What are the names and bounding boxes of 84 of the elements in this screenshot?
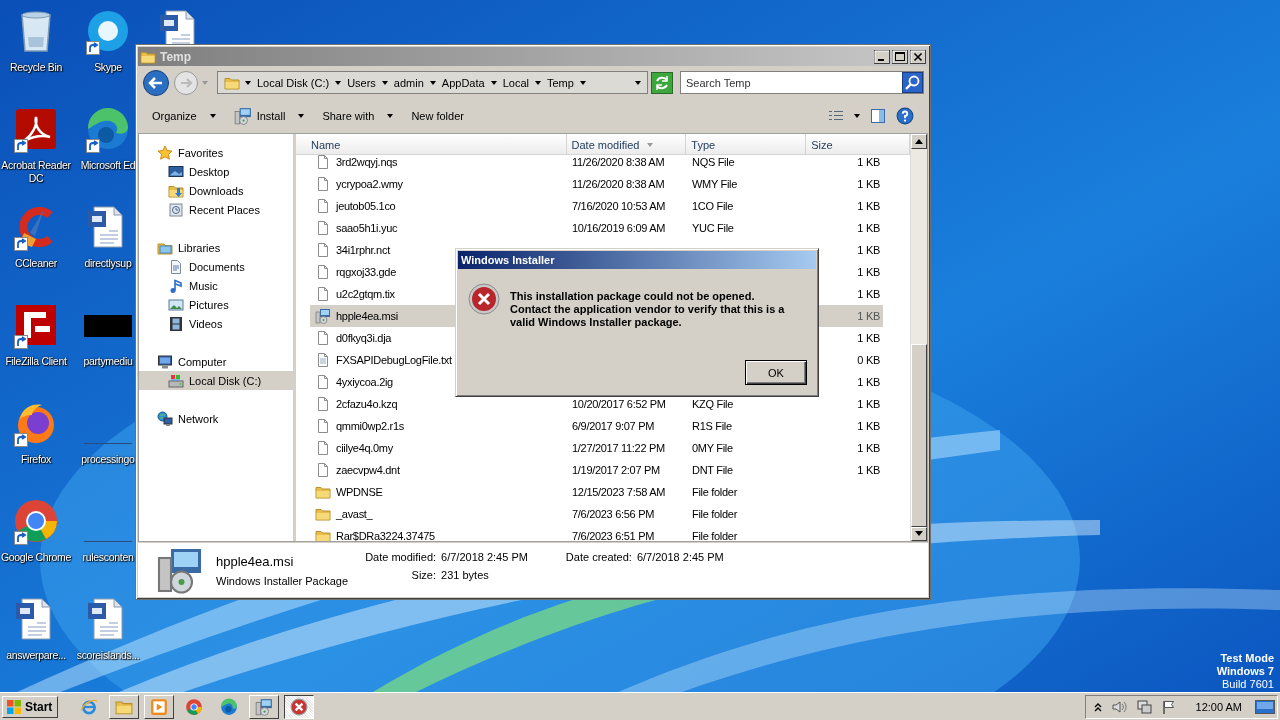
file-name: zaecvpw4.dnt [336, 464, 400, 476]
file-name: WPDNSE [336, 486, 383, 498]
field-label: Size: [410, 569, 437, 581]
icon-label: Acrobat Reader DC [0, 159, 72, 185]
file-type: 1CO File [692, 200, 733, 212]
dialog-title: Windows Installer [458, 251, 816, 269]
file-type: YUC File [692, 222, 734, 234]
file-name: _avast_ [336, 508, 373, 520]
file-type: Windows Installer Package [216, 574, 349, 587]
file-size: 0 KB [857, 354, 880, 366]
file-size: 1 KB [857, 178, 880, 190]
icon-label: Recycle Bin [9, 61, 63, 74]
icon-label: CCleaner [15, 257, 57, 270]
file-name: rqgxoj33.gde [336, 266, 396, 278]
file-date: 1/19/2017 2:07 PM [572, 464, 660, 476]
file-date: 1/27/2017 11:22 PM [572, 442, 665, 454]
file-size: 1 KB [857, 156, 880, 168]
file-size: 1 KB [857, 420, 880, 432]
field-value: 231 bytes [441, 569, 489, 581]
file-date: 10/20/2017 6:52 PM [572, 398, 666, 410]
icon-label: processingo [81, 453, 135, 466]
icon-label: directlysup [84, 257, 132, 270]
file-name: hpple4ea.msi [336, 310, 398, 322]
file-type: File folder [692, 530, 737, 541]
file-date: 12/15/2023 7:58 AM [572, 486, 666, 498]
file-date: 7/6/2023 6:56 PM [572, 508, 655, 520]
file-name: FXSAPIDebugLogFile.txt [336, 354, 452, 366]
file-name: 4yxiycoa.2ig [336, 376, 393, 388]
file-size: 1 KB [857, 464, 880, 476]
file-type: 0MY File [692, 442, 733, 454]
file-size: 1 KB [857, 332, 880, 344]
os-notice-text: Build 7601 [1222, 678, 1274, 691]
file-name: jeutob05.1co [336, 200, 396, 212]
os-notice-text: Windows 7 [1216, 665, 1274, 678]
file-size: 1 KB [857, 442, 880, 454]
file-date: 6/9/2017 9:07 PM [572, 420, 655, 432]
file-size: 1 KB [857, 288, 880, 300]
file-type: NQS File [692, 156, 735, 168]
file-name: hpple4ea.msi [216, 553, 295, 569]
file-name: 3rd2wqyj.nqs [336, 156, 398, 168]
file-size: 1 KB [857, 310, 880, 322]
icon-label: answerpare... [6, 649, 66, 662]
icon-label: partymediu [83, 355, 133, 368]
icon-label: rulesconten [82, 551, 134, 564]
icon-label: FileZilla Client [5, 355, 67, 368]
icon-label: Firefox [21, 453, 51, 466]
file-name: 2cfazu4o.kzq [336, 398, 398, 410]
field-value: 6/7/2018 2:45 PM [441, 551, 528, 563]
file-size: 1 KB [857, 398, 880, 410]
window-title: Temp [160, 49, 192, 64]
file-type: File folder [692, 486, 737, 498]
message-text: Contact the application vendor to verify that this is a valid Windows Installer package. [510, 303, 786, 329]
file-size: 1 KB [857, 376, 880, 388]
file-name: ycrypoa2.wmy [336, 178, 403, 190]
clock: 12:00 AM [1195, 700, 1242, 713]
file-type: WMY File [692, 178, 738, 190]
file-type: KZQ File [692, 398, 733, 410]
file-size: 1 KB [857, 266, 880, 278]
file-name: d0fkyq3i.dja [336, 332, 392, 344]
file-name: Rar$DRa3224.37475 [336, 530, 435, 541]
file-date: 10/16/2019 6:09 AM [572, 222, 666, 234]
icon-label: Google Chrome [0, 551, 72, 564]
file-name: u2c2gtqm.tix [336, 288, 395, 300]
file-size: 1 KB [857, 200, 880, 212]
file-type: File folder [692, 508, 737, 520]
file-date: 7/6/2023 6:51 PM [572, 530, 655, 541]
file-name: 34i1rphr.nct [336, 244, 390, 256]
file-name: ciilye4q.0my [336, 442, 393, 454]
os-notice-text: Test Mode [1220, 652, 1274, 665]
icon-label: Microsoft Ed [80, 159, 136, 172]
file-date: 7/16/2020 10:53 AM [572, 200, 666, 212]
file-size: 1 KB [857, 244, 880, 256]
field-label: Date created: [564, 551, 632, 563]
file-size: 1 KB [857, 222, 880, 234]
field-value: 6/7/2018 2:45 PM [636, 551, 724, 563]
file-name: saao5h1i.yuc [336, 222, 398, 234]
file-date: 11/26/2020 8:38 AM [572, 178, 665, 190]
file-date: 11/26/2020 8:38 AM [572, 156, 665, 168]
file-type: DNT File [692, 464, 733, 476]
message-text: This installation package could not be opened. [510, 290, 756, 303]
file-type: R1S File [692, 420, 732, 432]
file-name: qmmi0wp2.r1s [336, 420, 404, 432]
field-label: Date modified: [364, 551, 437, 563]
icon-label: Skype [94, 61, 122, 74]
